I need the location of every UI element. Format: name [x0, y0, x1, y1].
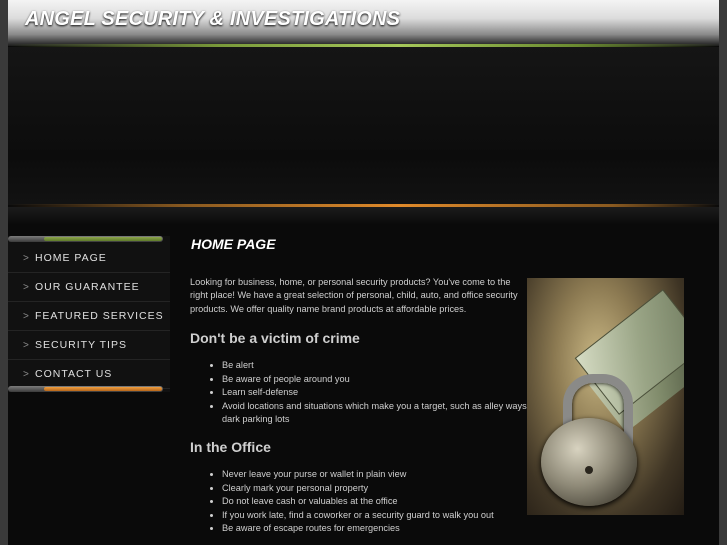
list-item: Be aware of people around you — [222, 373, 557, 387]
section-heading: In the Office — [190, 439, 271, 455]
list-item: If you work late, find a coworker or a s… — [222, 509, 557, 523]
nav-bottom-bar — [8, 386, 163, 392]
page: ANGEL SECURITY & INVESTIGATIONS > HOME P… — [8, 0, 719, 545]
list-item: Do not leave cash or valuables at the of… — [222, 495, 557, 509]
tips-list: Be alert Be aware of people around you L… — [190, 359, 557, 427]
nav-item-featured-services[interactable]: > FEATURED SERVICES — [8, 302, 170, 331]
chevron-right-icon: > — [23, 368, 29, 380]
nav-item-home-page[interactable]: > HOME PAGE — [8, 244, 170, 273]
padlock-icon — [541, 418, 637, 506]
intro-paragraph: Looking for business, home, or personal … — [190, 277, 518, 314]
nav-list: > HOME PAGE > OUR GUARANTEE > FEATURED S… — [8, 244, 170, 389]
nav-item-our-guarantee[interactable]: > OUR GUARANTEE — [8, 273, 170, 302]
tips-list: Never leave your purse or wallet in plai… — [190, 468, 557, 536]
nav-item-contact-us[interactable]: > CONTACT US — [8, 360, 170, 389]
nav-item-label: OUR GUARANTEE — [35, 281, 140, 293]
list-item: Avoid locations and situations which mak… — [222, 400, 557, 427]
chevron-right-icon: > — [23, 310, 29, 322]
padlock-money-image — [527, 278, 684, 515]
nav-item-label: CONTACT US — [35, 368, 113, 380]
banner — [8, 47, 719, 205]
list-item: Be alert — [222, 359, 557, 373]
banner-shadow — [8, 207, 719, 225]
list-item: Clearly mark your personal property — [222, 482, 557, 496]
nav-item-label: HOME PAGE — [35, 252, 107, 264]
site-title[interactable]: ANGEL SECURITY & INVESTIGATIONS — [25, 8, 400, 31]
nav-item-label: SECURITY TIPS — [35, 339, 127, 351]
page-title: HOME PAGE — [191, 236, 276, 252]
nav-item-security-tips[interactable]: > SECURITY TIPS — [8, 331, 170, 360]
list-item: Learn self-defense — [222, 386, 557, 400]
list-item: Be aware of escape routes for emergencie… — [222, 522, 557, 536]
nav-item-label: FEATURED SERVICES — [35, 310, 164, 322]
chevron-right-icon: > — [23, 281, 29, 293]
chevron-right-icon: > — [23, 252, 29, 264]
section-heading: Don't be a victim of crime — [190, 330, 360, 346]
chevron-right-icon: > — [23, 339, 29, 351]
list-item: Never leave your purse or wallet in plai… — [222, 468, 557, 482]
keyhole — [585, 466, 593, 474]
site-header: ANGEL SECURITY & INVESTIGATIONS — [8, 0, 719, 46]
nav-top-bar — [8, 236, 163, 242]
sidebar-nav: > HOME PAGE > OUR GUARANTEE > FEATURED S… — [8, 236, 170, 392]
